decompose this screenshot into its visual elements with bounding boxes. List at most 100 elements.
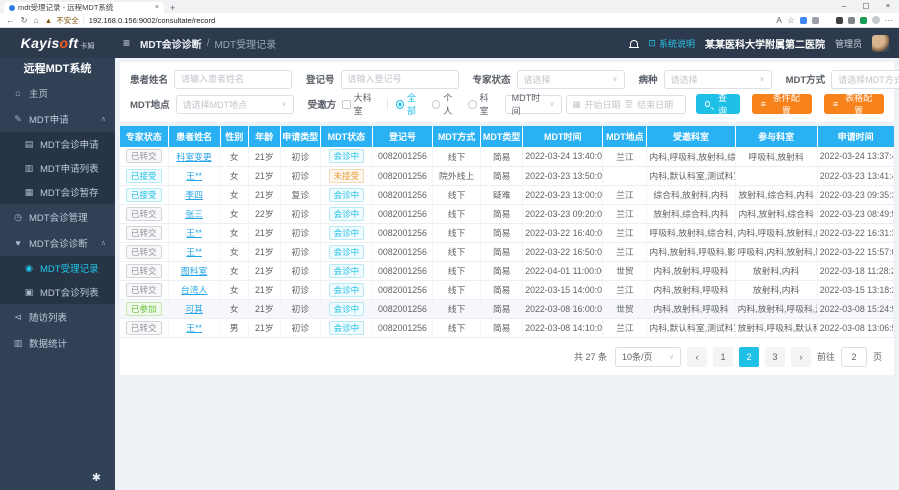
- star-icon[interactable]: ☆: [787, 15, 795, 26]
- patient-name-link[interactable]: 可其: [185, 304, 203, 314]
- table-row[interactable]: 已转交科室变更女21岁初诊会诊中0082001256线下简易2022-03-24…: [120, 147, 894, 166]
- sidebar-item-mdt-apply-draft[interactable]: ▦MDT会诊暂存: [0, 180, 115, 204]
- extension-icon[interactable]: [836, 17, 843, 24]
- sidebar-item-stats[interactable]: ▥数据统计: [0, 330, 115, 356]
- cell-mode: 线下: [433, 204, 481, 223]
- maximize-button[interactable]: ▢: [855, 0, 877, 12]
- records-table: 专家状态患者姓名性别年龄申请类型MDT状态登记号MDT方式MDT类型MDT时间M…: [120, 126, 894, 338]
- jump-page-input[interactable]: [841, 347, 867, 367]
- sidebar-item-mdt-manage[interactable]: ◷MDT会诊管理: [0, 204, 115, 230]
- date-range-picker[interactable]: ▦ 开始日期 至 结束日期: [566, 95, 686, 114]
- browser-profile-avatar[interactable]: [872, 16, 880, 24]
- patient-name-link[interactable]: 李四: [185, 190, 203, 200]
- patient-name-link[interactable]: 台湾人: [181, 285, 207, 295]
- expert-status-tag: 已转交: [126, 149, 162, 163]
- cell-invited: 内科,放射科,呼吸科: [647, 280, 735, 299]
- page-button-1[interactable]: 1: [713, 347, 733, 367]
- share-icon: ⊲: [13, 312, 23, 323]
- cell-invited: 综合科,放射科,内科: [647, 185, 735, 204]
- mdt-place-select[interactable]: 请选择MDT地点∨: [176, 95, 294, 114]
- invitee-radio-全部[interactable]: [396, 100, 404, 109]
- sidebar-item-mdt-record[interactable]: ◉MDT受理记录: [0, 256, 115, 280]
- sidebar-collapse-icon[interactable]: ≡: [123, 36, 130, 50]
- patient-name-link[interactable]: 张三: [185, 209, 203, 219]
- sidebar-item-mdt-apply-form[interactable]: ▤MDT会诊申请: [0, 132, 115, 156]
- extension-icon[interactable]: [812, 17, 819, 24]
- refresh-icon[interactable]: ↻: [21, 15, 28, 26]
- font-resize-icon[interactable]: A: [776, 15, 782, 25]
- cell-invited: 内科,默认科室,测试科室,放射科: [647, 166, 735, 185]
- system-help-link[interactable]: ⊡系统说明: [648, 37, 695, 50]
- time-field-select[interactable]: MDT时间∨: [505, 95, 562, 114]
- chevron-down-icon: ∨: [669, 353, 674, 361]
- sidebar-item-mdt-apply-list[interactable]: ▥MDT申请列表: [0, 156, 115, 180]
- extension-icon[interactable]: [848, 17, 855, 24]
- table-config-button[interactable]: ≡表格配置: [824, 94, 884, 114]
- sidebar-item-followup[interactable]: ⊲随访列表: [0, 304, 115, 330]
- extension-icon[interactable]: [800, 17, 807, 24]
- radio-label: 全部: [407, 91, 423, 117]
- table-config-label: 表格配置: [842, 91, 875, 117]
- cell-place: 世贸: [603, 299, 647, 318]
- patient-name-link[interactable]: 王**: [186, 323, 202, 333]
- patient-name-link[interactable]: 图科室: [181, 266, 207, 276]
- table-row[interactable]: 已接受李四女21岁复诊会诊中0082001256线下疑难2022-03-23 1…: [120, 185, 894, 204]
- browser-tab[interactable]: mdt受理记录 - 远程MDT系统 ×: [4, 2, 164, 13]
- bell-icon[interactable]: [630, 40, 638, 47]
- page-button-3[interactable]: 3: [765, 347, 785, 367]
- condition-config-button[interactable]: ≡条件配置: [752, 94, 812, 114]
- breadcrumb-current: MDT受理记录: [214, 36, 276, 51]
- dept-group-checkbox[interactable]: [342, 100, 351, 109]
- back-icon[interactable]: ←: [6, 15, 15, 25]
- cell-type: 简易: [481, 166, 523, 185]
- address-bar[interactable]: ▲ 不安全 | 192.168.0.156:9002/consultate/re…: [45, 15, 770, 26]
- patient-name-link[interactable]: 科室变更: [177, 152, 212, 162]
- tab-close-icon[interactable]: ×: [155, 4, 159, 11]
- cell-type: 简易: [481, 147, 523, 166]
- extension-icon[interactable]: [824, 17, 831, 24]
- cell-mdt-status: 会诊中: [320, 299, 372, 318]
- prev-page-button[interactable]: ‹: [687, 347, 707, 367]
- expert-status-select[interactable]: 请选择∨: [517, 70, 625, 89]
- sidebar-item-home[interactable]: ⌂主页: [0, 80, 115, 106]
- records-table-card: 专家状态患者姓名性别年龄申请类型MDT状态登记号MDT方式MDT类型MDT时间M…: [120, 126, 894, 375]
- table-row[interactable]: 已转交王**男21岁初诊会诊中0082001256线下简易2022-03-08 …: [120, 318, 894, 337]
- sidebar-item-mdt-apply[interactable]: ✎MDT申请∧: [0, 106, 115, 132]
- user-avatar[interactable]: [872, 35, 889, 52]
- sidebar-item-mdt-consult-list[interactable]: ▣MDT会诊列表: [0, 280, 115, 304]
- table-row[interactable]: 已转交台湾人女21岁初诊会诊中0082001256线下简易2022-03-15 …: [120, 280, 894, 299]
- home-icon[interactable]: ⌂: [34, 15, 39, 25]
- reg-no-input[interactable]: [341, 70, 459, 89]
- minimize-button[interactable]: –: [833, 0, 855, 12]
- new-tab-button[interactable]: +: [170, 3, 175, 13]
- invitee-radio-个人[interactable]: [432, 100, 440, 109]
- table-row[interactable]: 已转交王**女21岁初诊会诊中0082001256线下简易2022-03-22 …: [120, 242, 894, 261]
- disease-select[interactable]: 请选择∨: [664, 70, 772, 89]
- page-button-2[interactable]: 2: [739, 347, 759, 367]
- extension-icon[interactable]: [860, 17, 867, 24]
- page-size-select[interactable]: 10条/页∨: [615, 347, 681, 367]
- more-icon[interactable]: ···: [885, 15, 894, 25]
- query-button[interactable]: 查询: [696, 94, 740, 114]
- submenu: ▤MDT会诊申请▥MDT申请列表▦MDT会诊暂存: [0, 132, 115, 204]
- gear-icon[interactable]: ✱: [92, 471, 101, 484]
- next-page-button[interactable]: ›: [791, 347, 811, 367]
- date-end-placeholder: 结束日期: [637, 98, 673, 111]
- table-row[interactable]: 已转交王**女21岁初诊会诊中0082001256线下简易2022-03-22 …: [120, 223, 894, 242]
- table-row[interactable]: 已参加可其女21岁初诊会诊中0082001256线下简易2022-03-08 1…: [120, 299, 894, 318]
- table-row[interactable]: 已转交图科室女21岁初诊会诊中0082001256线下简易2022-04-01 …: [120, 261, 894, 280]
- close-button[interactable]: ×: [877, 0, 899, 12]
- sidebar-item-mdt-diagnose[interactable]: ♥MDT会诊诊断∧: [0, 230, 115, 256]
- form-icon: ▤: [24, 139, 34, 150]
- table-row[interactable]: 已接受王**女21岁初诊未接受0082001256院外线上简易2022-03-2…: [120, 166, 894, 185]
- cell-place: 兰江: [603, 204, 647, 223]
- patient-name-link[interactable]: 王**: [186, 247, 202, 257]
- mdt-status-tag: 会诊中: [329, 321, 365, 335]
- patient-name-link[interactable]: 王**: [186, 171, 202, 181]
- mdt-mode-select[interactable]: 请选择MDT方式∨: [831, 70, 899, 89]
- table-row[interactable]: 已转交张三女22岁初诊会诊中0082001256线下简易2022-03-23 0…: [120, 204, 894, 223]
- patient-name-link[interactable]: 王**: [186, 228, 202, 238]
- cell-mdt-status: 会诊中: [320, 242, 372, 261]
- invitee-radio-科室[interactable]: [468, 100, 476, 109]
- patient-name-input[interactable]: [174, 70, 292, 89]
